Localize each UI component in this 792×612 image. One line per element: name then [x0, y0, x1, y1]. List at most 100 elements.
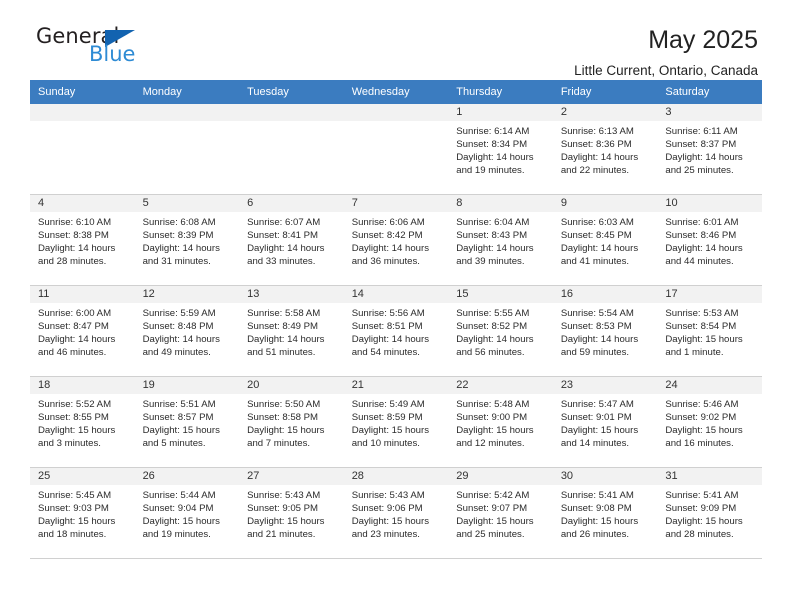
- day-sun-info: Sunrise: 6:14 AM Sunset: 8:34 PM Daylight:…: [448, 121, 553, 177]
- sunset-text: Sunset: 8:51 PM: [351, 321, 423, 333]
- day-number: 22: [448, 377, 553, 394]
- sunrise-text: Sunrise: 5:51 AM: [142, 399, 216, 410]
- day-number: 5: [134, 195, 240, 212]
- day-number: 8: [448, 195, 553, 212]
- sunset-text: Sunset: 8:47 PM: [38, 321, 109, 333]
- sunrise-text: Sunrise: 5:52 AM: [38, 399, 112, 410]
- day-number: 16: [552, 286, 658, 303]
- day-sun-info: Sunrise: 5:48 AM Sunset: 9:00 PM Daylight:…: [448, 394, 553, 450]
- day-sun-info: Sunrise: 5:52 AM Sunset: 8:55 PM Daylight:…: [30, 394, 135, 450]
- calendar-day-cell[interactable]: 10 Sunrise: 6:01 AM Sunset: 8:46 PM Dayligh…: [657, 194, 762, 286]
- calendar-day-cell[interactable]: 5 Sunrise: 6:08 AM Sunset: 8:39 PM Daylight…: [134, 194, 240, 286]
- sunset-text: Sunset: 9:07 PM: [456, 503, 528, 515]
- daylight-text-line2: and 41 minutes.: [560, 256, 630, 268]
- day-sun-info: Sunrise: 5:53 AM Sunset: 8:54 PM Daylight:…: [657, 303, 762, 359]
- sunrise-text: Sunrise: 6:08 AM: [142, 217, 216, 228]
- calendar-day-cell[interactable]: 9 Sunrise: 6:03 AM Sunset: 8:45 PM Daylight…: [552, 194, 658, 286]
- title-block: May 2025 Little Current, Ontario, Canada: [574, 26, 762, 78]
- calendar-day-cell: [30, 104, 135, 195]
- calendar-day-cell[interactable]: 18 Sunrise: 5:52 AM Sunset: 8:55 PM Dayligh…: [30, 376, 135, 468]
- calendar-day-cell[interactable]: 27 Sunrise: 5:43 AM Sunset: 9:05 PM Dayligh…: [239, 467, 344, 559]
- general-blue-logo[interactable]: General Blue: [30, 26, 170, 72]
- calendar-body: 1 Sunrise: 6:14 AM Sunset: 8:34 PM Daylight…: [30, 104, 762, 559]
- calendar-day-cell[interactable]: 13 Sunrise: 5:58 AM Sunset: 8:49 PM Dayligh…: [239, 285, 344, 377]
- calendar-day-cell[interactable]: 4 Sunrise: 6:10 AM Sunset: 8:38 PM Daylight…: [30, 194, 135, 286]
- calendar-day-cell[interactable]: 25 Sunrise: 5:45 AM Sunset: 9:03 PM Dayligh…: [30, 467, 135, 559]
- sunset-text: Sunset: 8:37 PM: [665, 139, 737, 151]
- daylight-text-line2: and 19 minutes.: [142, 529, 211, 541]
- calendar-day-cell[interactable]: 6 Sunrise: 6:07 AM Sunset: 8:41 PM Daylight…: [239, 194, 344, 286]
- calendar-day-cell[interactable]: 30 Sunrise: 5:41 AM Sunset: 9:08 PM Dayligh…: [552, 467, 658, 559]
- calendar-day-cell[interactable]: 31 Sunrise: 5:41 AM Sunset: 9:09 PM Dayligh…: [657, 467, 762, 559]
- calendar-day-cell[interactable]: 12 Sunrise: 5:59 AM Sunset: 8:48 PM Dayligh…: [134, 285, 240, 377]
- calendar-day-cell[interactable]: 19 Sunrise: 5:51 AM Sunset: 8:57 PM Dayligh…: [134, 376, 240, 468]
- day-number: 20: [239, 377, 344, 394]
- sunrise-text: Sunrise: 5:50 AM: [247, 399, 321, 410]
- calendar-day-cell: [239, 104, 344, 195]
- sunrise-text: Sunrise: 5:58 AM: [247, 308, 321, 319]
- sunrise-text: Sunrise: 6:07 AM: [247, 217, 321, 228]
- sunset-text: Sunset: 9:02 PM: [665, 412, 737, 424]
- calendar-day-cell[interactable]: 3 Sunrise: 6:11 AM Sunset: 8:37 PM Daylight…: [657, 104, 762, 195]
- day-sun-info: Sunrise: 5:46 AM Sunset: 9:02 PM Daylight:…: [657, 394, 762, 450]
- daylight-text-line2: and 49 minutes.: [142, 347, 211, 359]
- day-number: 4: [30, 195, 135, 212]
- calendar-day-cell[interactable]: 15 Sunrise: 5:55 AM Sunset: 8:52 PM Dayligh…: [448, 285, 553, 377]
- daylight-text-line2: and 7 minutes.: [247, 438, 311, 450]
- calendar-day-cell[interactable]: 21 Sunrise: 5:49 AM Sunset: 8:59 PM Dayligh…: [343, 376, 449, 468]
- sunset-text: Sunset: 8:59 PM: [351, 412, 423, 424]
- day-number: 15: [448, 286, 553, 303]
- sunrise-text: Sunrise: 5:46 AM: [665, 399, 739, 410]
- weekday-header-wednesday: Wednesday: [343, 80, 449, 104]
- day-cell-content: 14 Sunrise: 5:56 AM Sunset: 8:51 PM Dayligh…: [343, 286, 449, 376]
- calendar-day-cell[interactable]: 14 Sunrise: 5:56 AM Sunset: 8:51 PM Dayligh…: [343, 285, 449, 377]
- calendar-day-cell[interactable]: 11 Sunrise: 6:00 AM Sunset: 8:47 PM Dayligh…: [30, 285, 135, 377]
- day-number: 7: [343, 195, 449, 212]
- weekday-header-friday: Friday: [552, 80, 658, 104]
- calendar-day-cell[interactable]: 23 Sunrise: 5:47 AM Sunset: 9:01 PM Dayligh…: [552, 376, 658, 468]
- day-cell-empty: [30, 104, 135, 194]
- day-cell-empty: [239, 104, 344, 194]
- calendar-day-cell[interactable]: 8 Sunrise: 6:04 AM Sunset: 8:43 PM Daylight…: [448, 194, 553, 286]
- day-cell-content: 3 Sunrise: 6:11 AM Sunset: 8:37 PM Daylight…: [657, 104, 762, 194]
- calendar-day-cell[interactable]: 22 Sunrise: 5:48 AM Sunset: 9:00 PM Dayligh…: [448, 376, 553, 468]
- day-sun-info: Sunrise: 5:50 AM Sunset: 8:58 PM Daylight:…: [239, 394, 344, 450]
- day-sun-info: Sunrise: 5:43 AM Sunset: 9:05 PM Daylight:…: [239, 485, 344, 541]
- sunrise-text: Sunrise: 6:11 AM: [665, 126, 738, 137]
- daylight-text-line1: Daylight: 15 hours: [142, 425, 220, 437]
- day-sun-info: Sunrise: 5:47 AM Sunset: 9:01 PM Daylight:…: [553, 394, 658, 450]
- calendar-day-cell[interactable]: 16 Sunrise: 5:54 AM Sunset: 8:53 PM Dayligh…: [552, 285, 658, 377]
- calendar-day-cell[interactable]: 24 Sunrise: 5:46 AM Sunset: 9:02 PM Dayligh…: [657, 376, 762, 468]
- day-cell-content: 12 Sunrise: 5:59 AM Sunset: 8:48 PM Dayligh…: [134, 286, 240, 376]
- calendar-day-cell[interactable]: 28 Sunrise: 5:43 AM Sunset: 9:06 PM Dayligh…: [343, 467, 449, 559]
- sunset-text: Sunset: 8:58 PM: [247, 412, 319, 424]
- calendar-day-cell[interactable]: 1 Sunrise: 6:14 AM Sunset: 8:34 PM Daylight…: [448, 104, 553, 195]
- sunset-text: Sunset: 8:42 PM: [351, 230, 423, 242]
- sunrise-text: Sunrise: 5:59 AM: [142, 308, 216, 319]
- calendar-day-cell[interactable]: 26 Sunrise: 5:44 AM Sunset: 9:04 PM Dayligh…: [134, 467, 240, 559]
- daylight-text-line1: Daylight: 14 hours: [665, 152, 743, 164]
- day-sun-info: Sunrise: 5:58 AM Sunset: 8:49 PM Daylight:…: [239, 303, 344, 359]
- calendar-day-cell[interactable]: 2 Sunrise: 6:13 AM Sunset: 8:36 PM Daylight…: [552, 104, 658, 195]
- sunset-text: Sunset: 8:45 PM: [560, 230, 632, 242]
- daylight-text-line2: and 5 minutes.: [142, 438, 206, 450]
- calendar-day-cell[interactable]: 29 Sunrise: 5:42 AM Sunset: 9:07 PM Dayligh…: [448, 467, 553, 559]
- weekday-header-row: Sunday Monday Tuesday Wednesday Thursday…: [30, 80, 762, 104]
- daylight-text-line1: Daylight: 15 hours: [38, 516, 116, 528]
- sunset-text: Sunset: 9:05 PM: [247, 503, 319, 515]
- calendar-day-cell[interactable]: 20 Sunrise: 5:50 AM Sunset: 8:58 PM Dayligh…: [239, 376, 344, 468]
- day-cell-content: 29 Sunrise: 5:42 AM Sunset: 9:07 PM Dayligh…: [448, 468, 553, 558]
- daylight-text-line2: and 59 minutes.: [560, 347, 630, 359]
- calendar-day-cell[interactable]: 7 Sunrise: 6:06 AM Sunset: 8:42 PM Daylight…: [343, 194, 449, 286]
- daylight-text-line1: Daylight: 14 hours: [142, 334, 220, 346]
- sunset-text: Sunset: 8:54 PM: [665, 321, 737, 333]
- day-cell-content: 27 Sunrise: 5:43 AM Sunset: 9:05 PM Dayligh…: [239, 468, 344, 558]
- day-cell-content: 24 Sunrise: 5:46 AM Sunset: 9:02 PM Dayligh…: [657, 377, 762, 467]
- day-sun-info: Sunrise: 6:06 AM Sunset: 8:42 PM Daylight:…: [344, 212, 449, 268]
- daylight-text-line2: and 26 minutes.: [560, 529, 630, 541]
- sunset-text: Sunset: 9:08 PM: [560, 503, 632, 515]
- calendar-day-cell[interactable]: 17 Sunrise: 5:53 AM Sunset: 8:54 PM Dayligh…: [657, 285, 762, 377]
- sunrise-text: Sunrise: 5:43 AM: [247, 490, 321, 501]
- day-cell-content: 21 Sunrise: 5:49 AM Sunset: 8:59 PM Dayligh…: [343, 377, 449, 467]
- day-sun-info: Sunrise: 6:03 AM Sunset: 8:45 PM Daylight:…: [553, 212, 658, 268]
